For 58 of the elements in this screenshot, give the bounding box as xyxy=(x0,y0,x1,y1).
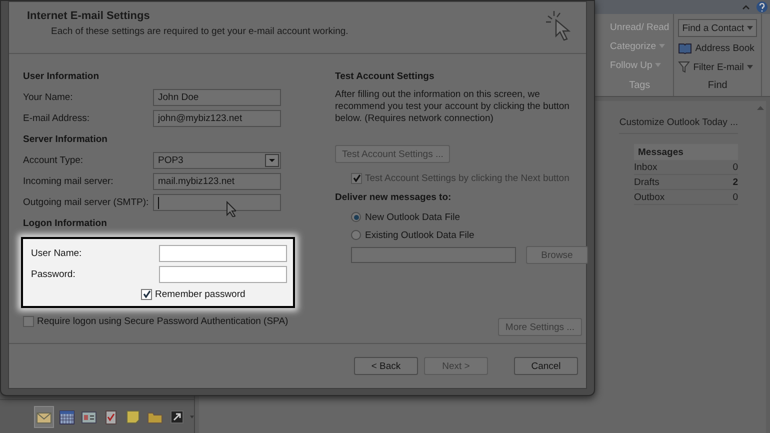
folder-name[interactable]: Drafts xyxy=(634,176,660,188)
field-label: Incoming mail server: xyxy=(23,176,114,187)
dialog-subtitle: Each of these settings are required to get your e-mail account working. xyxy=(51,26,348,37)
field-label: E-mail Address: xyxy=(23,113,91,124)
note-icon xyxy=(124,408,142,426)
file-path-field[interactable] xyxy=(351,247,516,263)
field-label: Your Name: xyxy=(23,92,74,103)
wizard-button[interactable]: < Back xyxy=(354,357,418,375)
group-label: Find xyxy=(706,80,728,93)
customize-link[interactable]: Customize Outlook Today ... xyxy=(619,111,738,134)
scroll-up-icon xyxy=(757,105,764,110)
panel-heading: Messages xyxy=(634,144,738,160)
radio-label: New Outlook Data File xyxy=(365,212,460,222)
filter-icon xyxy=(678,61,690,73)
folder-name[interactable]: Outbox xyxy=(634,192,665,202)
minimize-ribbon-icon xyxy=(742,4,750,10)
input-field[interactable]: John Doe xyxy=(153,89,281,106)
dropdown-caret-icon xyxy=(190,414,194,418)
message-count: 0 xyxy=(732,162,738,172)
folder-name[interactable]: Inbox xyxy=(634,162,658,172)
radio-button[interactable] xyxy=(351,230,361,240)
field-label: Password: xyxy=(31,269,76,280)
field-label: Outgoing mail server (SMTP): xyxy=(23,197,150,208)
search-combo[interactable]: Find a Contact xyxy=(678,19,757,37)
checkbox-label: Require logon using Secure Password Authentication (SPA) xyxy=(37,316,288,326)
account-type-dropdown[interactable]: POP3 xyxy=(153,152,281,169)
dropdown-caret-icon xyxy=(746,65,753,69)
checkbox-label: Remember password xyxy=(155,288,246,300)
message-count: 2 xyxy=(732,176,738,188)
dropdown-caret-icon xyxy=(747,26,753,30)
section-heading: Logon Information xyxy=(23,217,108,231)
input-field[interactable] xyxy=(159,245,287,262)
radio-label: Existing Outlook Data File xyxy=(365,230,474,240)
checkbox[interactable] xyxy=(141,288,152,300)
group-label: Tags xyxy=(628,80,652,93)
input-field[interactable] xyxy=(159,266,287,283)
checkbox[interactable] xyxy=(23,316,34,326)
input-field[interactable]: mail.mybiz123.net xyxy=(153,173,281,190)
section-heading: Deliver new messages to: xyxy=(335,191,452,205)
book-icon xyxy=(678,42,692,54)
radio-button[interactable] xyxy=(351,212,361,222)
field-label: User Name: xyxy=(31,248,83,259)
calendar-icon xyxy=(58,408,76,426)
message-count: 0 xyxy=(732,192,738,202)
checkmark-icon xyxy=(142,290,150,298)
wizard-button[interactable]: Cancel xyxy=(514,357,578,375)
field-label: Account Type: xyxy=(23,155,84,166)
text-cursor-icon xyxy=(158,196,160,208)
description-text: After filling out the information on this screen, we recommend you test your account by clicking the button below. (Requires network connection) xyxy=(335,89,570,125)
ribbon-button[interactable]: Filter E-mail xyxy=(678,59,757,75)
dialog-title: Internet E-mail Settings xyxy=(27,10,151,22)
ribbon-button[interactable]: Address Book xyxy=(678,40,757,56)
section-heading: Test Account Settings xyxy=(335,70,436,84)
mouse-pointer-icon xyxy=(226,201,236,217)
section-heading: User Information xyxy=(23,70,100,84)
help-icon xyxy=(756,1,768,13)
input-field[interactable]: john@mybiz123.net xyxy=(153,110,281,127)
section-heading: Server Information xyxy=(23,133,108,147)
